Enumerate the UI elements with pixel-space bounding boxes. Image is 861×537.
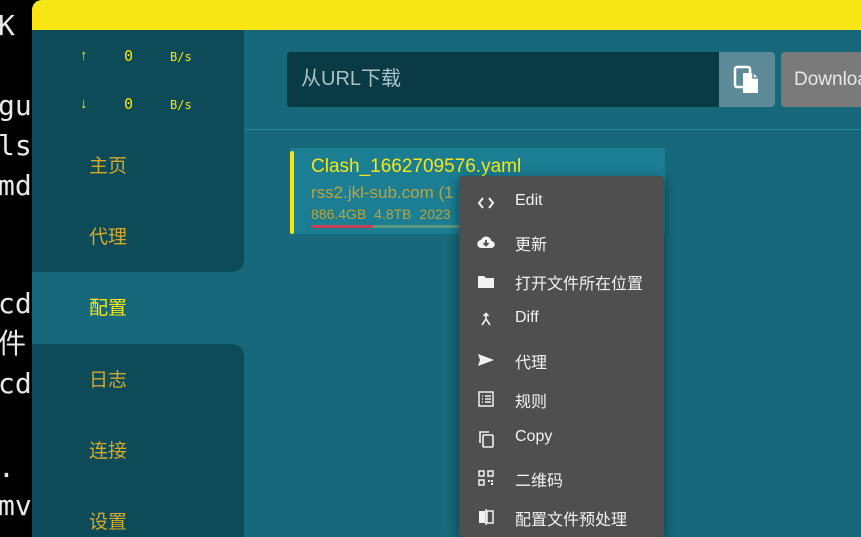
menu-item-qrcode[interactable]: 二维码 [459,458,664,497]
download-button[interactable]: Download [781,52,861,107]
terminal-line: gu [0,89,32,122]
nav-item-home[interactable]: 主页 [32,147,244,187]
header-divider [244,129,861,130]
terminal-line: ls [0,129,32,162]
context-menu: Edit 更新 打开文件所在位置 Diff 代理 规则 Copy 二维码 配置文… [459,176,664,537]
qr-code-icon [478,470,494,486]
upload-value: 0 [124,47,134,65]
menu-item-label: Edit [515,192,543,209]
menu-item-edit[interactable]: Edit [459,183,664,222]
cloud-download-icon [477,236,495,249]
menu-item-preprocess[interactable]: 配置文件预处理 [459,497,664,536]
menu-item-rules[interactable]: 规则 [459,379,664,418]
profile-total: 4.8TB [374,206,412,222]
terminal-line: cd [0,287,32,320]
selected-indicator [290,151,294,234]
merge-icon [481,312,491,326]
code-icon [477,197,495,209]
terminal-line: . [0,448,15,488]
nav-group-bottom: 日志 连接 设置 [32,344,244,537]
profile-used: 886.4GB [311,206,367,222]
profile-url: rss2.jkl-sub.com (1 [311,183,454,202]
menu-item-label: 二维码 [515,473,564,490]
title-bar[interactable] [32,0,861,30]
nav-group-top: 主页 代理 [32,130,244,272]
menu-item-update[interactable]: 更新 [459,222,664,261]
terminal-line: 件 [0,327,27,360]
sidebar: ↑ 0 B/s ↓ 0 B/s 主页 代理 配置 日志 连接 设置 [32,30,244,537]
paste-icon [733,65,758,93]
menu-item-label: 更新 [515,237,548,254]
menu-item-proxy[interactable]: 代理 [459,340,664,379]
menu-item-label: 代理 [515,355,548,372]
terminal-line: cd [0,367,32,400]
nav-item-label: 代理 [88,227,127,248]
url-input[interactable]: 从URL下载 [287,52,719,107]
menu-item-label: 规则 [515,394,548,411]
download-arrow-icon: ↓ [80,95,88,112]
nav-item-label: 主页 [88,156,127,177]
menu-item-copy[interactable]: Copy [459,419,664,458]
menu-item-label: Copy [515,428,553,445]
copy-icon [479,431,494,448]
menu-item-diff[interactable]: Diff [459,300,664,339]
download-value: 0 [124,95,134,113]
nav-item-label: 连接 [88,441,127,462]
traffic-panel: ↑ 0 B/s ↓ 0 B/s [32,30,244,130]
clash-app-window: ↑ 0 B/s ↓ 0 B/s 主页 代理 配置 日志 连接 设置 从URL下载 [32,0,861,537]
upload-unit: B/s [170,50,192,64]
profile-stats: 886.4GB 4.8TB 2023 [311,206,451,222]
terminal-line: mv [0,489,32,522]
terminal-line: md [0,169,32,202]
paste-button[interactable] [719,52,775,107]
upload-speed: ↑ 0 B/s [32,47,244,67]
list-icon [478,391,494,407]
download-speed: ↓ 0 B/s [32,95,244,115]
nav-item-profiles[interactable]: 配置 [32,289,244,329]
profile-name: Clash_1662709576.yaml [311,156,522,177]
nav-item-logs[interactable]: 日志 [32,361,244,401]
nav-item-connections[interactable]: 连接 [32,432,244,472]
nav-item-label: 日志 [88,370,127,391]
upload-arrow-icon: ↑ [80,47,88,64]
download-unit: B/s [170,98,192,112]
nav-item-proxy[interactable]: 代理 [32,218,244,258]
send-icon [478,354,494,366]
menu-item-label: 打开文件所在位置 [515,276,644,293]
menu-item-open-folder[interactable]: 打开文件所在位置 [459,261,664,300]
menu-item-label: Diff [515,309,539,326]
compare-icon [479,509,494,525]
profile-date: 2023 [419,206,451,222]
menu-item-label: 配置文件预处理 [515,512,628,529]
terminal-line: K [0,9,15,42]
nav-item-label: 配置 [88,298,127,319]
nav-item-label: 设置 [88,512,127,533]
folder-icon [478,276,494,288]
nav-item-settings[interactable]: 设置 [32,503,244,537]
usage-bar-fill [311,225,374,228]
